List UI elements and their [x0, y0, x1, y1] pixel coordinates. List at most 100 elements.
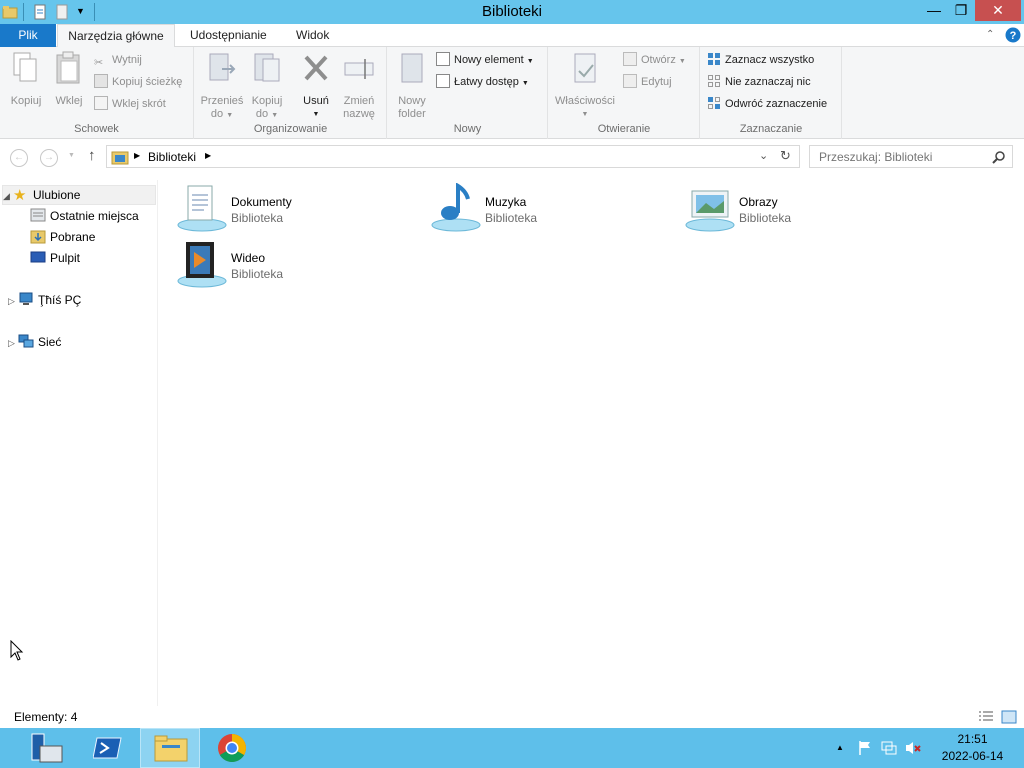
move-to-button[interactable]: Przenieś do ▼ — [199, 51, 245, 122]
scissors-icon: ✂ — [94, 57, 104, 69]
nav-label-network: Sieć — [38, 335, 62, 349]
minimize-button[interactable]: — — [921, 0, 947, 21]
select-group-label: Zaznaczanie — [739, 123, 803, 135]
organize-group-label: Organizowanie — [253, 123, 328, 135]
copy-to-button[interactable]: Kopiuj do ▼ — [245, 51, 289, 122]
invert-selection-button[interactable]: Odwróć zaznaczenie — [707, 95, 827, 115]
open-icon — [623, 52, 637, 66]
address-dropdown-chevron-icon[interactable]: ⌄ — [759, 149, 768, 162]
network-status-icon[interactable] — [881, 740, 897, 756]
computer-icon — [19, 292, 33, 305]
music-library-icon — [431, 183, 481, 232]
search-icon[interactable] — [992, 150, 1006, 164]
desktop-icon — [30, 251, 46, 263]
details-view-icon[interactable] — [978, 710, 994, 724]
open-button[interactable]: Otwórz ▼ — [623, 51, 686, 71]
select-none-label: Nie zaznaczaj nic — [725, 76, 811, 88]
chrome-button[interactable] — [202, 728, 262, 768]
search-box[interactable] — [809, 145, 1013, 168]
title-bar[interactable]: ▼ Biblioteki — ❐ ✕ — [0, 0, 1024, 24]
library-name: Dokumenty — [231, 195, 292, 209]
paste-button[interactable]: Wklej — [50, 51, 88, 108]
properties-button[interactable]: Właściwości ▼ — [553, 51, 617, 121]
clock-date: 2022-06-14 — [941, 749, 1004, 763]
paste-shortcut-icon — [94, 96, 108, 110]
explorer-window: ▼ Biblioteki — ❐ ✕ Plik Narzędzia główne… — [0, 0, 1024, 728]
copy-button[interactable]: Kopiuj — [6, 51, 46, 108]
nav-label-this-pc: Ţħíś PÇ — [38, 293, 82, 307]
delete-x-icon — [304, 55, 328, 81]
powershell-button[interactable] — [78, 728, 138, 768]
search-input[interactable] — [811, 147, 981, 166]
new-item-button[interactable]: Nowy element ▼ — [436, 51, 534, 71]
file-explorer-icon — [154, 735, 188, 762]
large-icons-view-icon[interactable] — [1001, 709, 1017, 725]
action-center-flag-icon[interactable] — [857, 740, 873, 756]
tab-file[interactable]: Plik — [0, 24, 56, 47]
library-item[interactable]: Wideo Biblioteka — [176, 239, 426, 291]
easy-access-button[interactable]: Łatwy dostęp ▼ — [436, 73, 529, 93]
item-count: Elementy: 4 — [14, 710, 78, 724]
back-button[interactable]: ← — [10, 149, 28, 167]
nav-item-downloads[interactable]: Pobrane — [30, 227, 95, 247]
maximize-button[interactable]: ❐ — [948, 0, 974, 21]
breadcrumb[interactable]: Biblioteki — [148, 150, 196, 164]
move-to-label-2: do — [210, 108, 224, 120]
expanded-triangle-icon[interactable]: ◢ — [3, 187, 13, 205]
cut-button[interactable]: ✂ Wytnij — [94, 51, 142, 71]
copy-label: Kopiuj — [10, 95, 42, 107]
powershell-icon — [93, 737, 122, 759]
library-item[interactable]: Dokumenty Biblioteka — [176, 183, 426, 235]
new-group-label: Nowy — [453, 123, 482, 135]
breadcrumb-separator-icon[interactable]: ▶ — [134, 151, 140, 160]
nav-item-favorites[interactable]: ◢ ★ Ulubione — [2, 185, 156, 205]
copy-path-button[interactable]: Kopiuj ścieżkę — [94, 73, 182, 93]
help-icon[interactable]: ? — [1005, 27, 1021, 43]
window-title: Biblioteki — [481, 3, 543, 20]
delete-button[interactable]: Usuń ▼ — [295, 51, 337, 121]
copy-to-icon — [254, 53, 280, 82]
nav-item-this-pc[interactable]: ▷ Ţħíś PÇ — [8, 290, 81, 310]
paste-shortcut-button[interactable]: Wklej skrót — [94, 95, 166, 115]
select-all-button[interactable]: Zaznacz wszystko — [707, 51, 814, 71]
select-none-button[interactable]: Nie zaznaczaj nic — [707, 73, 811, 93]
edit-button[interactable]: Edytuj — [623, 73, 672, 93]
copy-to-label-2: do — [255, 108, 269, 120]
server-manager-button[interactable] — [16, 728, 76, 768]
tab-view[interactable]: Widok — [286, 24, 339, 47]
nav-item-recent[interactable]: Ostatnie miejsca — [30, 206, 139, 226]
nav-item-network[interactable]: ▷ Sieć — [8, 332, 61, 352]
volume-muted-icon[interactable] — [905, 740, 921, 756]
show-hidden-icons-chevron-icon[interactable]: ▲ — [836, 743, 852, 759]
up-arrow-icon[interactable]: ↑ — [88, 147, 96, 164]
rename-button[interactable]: Zmień nazwę — [339, 51, 379, 121]
system-clock[interactable]: 21:51 2022-06-14 — [925, 731, 1020, 765]
star-icon: ★ — [13, 187, 27, 204]
tab-home[interactable]: Narzędzia główne — [57, 24, 175, 48]
collapse-ribbon-chevron-icon[interactable]: ⌃ — [986, 29, 994, 40]
new-folder-label-2: folder — [398, 108, 426, 120]
paste-shortcut-label: Wklej skrót — [112, 98, 166, 110]
downloads-folder-icon — [30, 230, 46, 244]
tab-share[interactable]: Udostępnianie — [180, 24, 277, 47]
close-button[interactable]: ✕ — [975, 0, 1021, 21]
breadcrumb-chevron-icon[interactable]: ▶ — [205, 151, 211, 160]
library-item[interactable]: Obrazy Biblioteka — [684, 183, 934, 235]
delete-label: Usuń — [303, 95, 329, 107]
refresh-icon[interactable]: ↻ — [780, 148, 791, 164]
clipboard-group: Kopiuj Wklej ✂ Wytnij Kopiuj ścieżkę Wkle… — [0, 47, 194, 139]
library-item[interactable]: Muzyka Biblioteka — [430, 183, 680, 235]
move-to-icon — [209, 53, 236, 81]
library-name: Wideo — [231, 251, 266, 265]
collapsed-triangle-icon[interactable]: ▷ — [8, 291, 18, 311]
file-explorer-button[interactable] — [140, 728, 200, 768]
forward-button[interactable]: → — [40, 149, 58, 167]
new-folder-button[interactable]: Nowy folder — [392, 51, 432, 121]
collapsed-triangle-icon[interactable]: ▷ — [8, 333, 18, 353]
recent-places-icon — [30, 208, 46, 222]
recent-locations-chevron-icon[interactable]: ▼ — [68, 152, 75, 159]
new-group: Nowy folder Nowy element ▼ Łatwy dostęp … — [388, 47, 548, 139]
edit-label: Edytuj — [641, 76, 672, 88]
nav-item-desktop[interactable]: Pulpit — [30, 248, 80, 268]
address-bar[interactable]: ▶ Biblioteki ▶ ⌄ ↻ — [106, 145, 800, 168]
